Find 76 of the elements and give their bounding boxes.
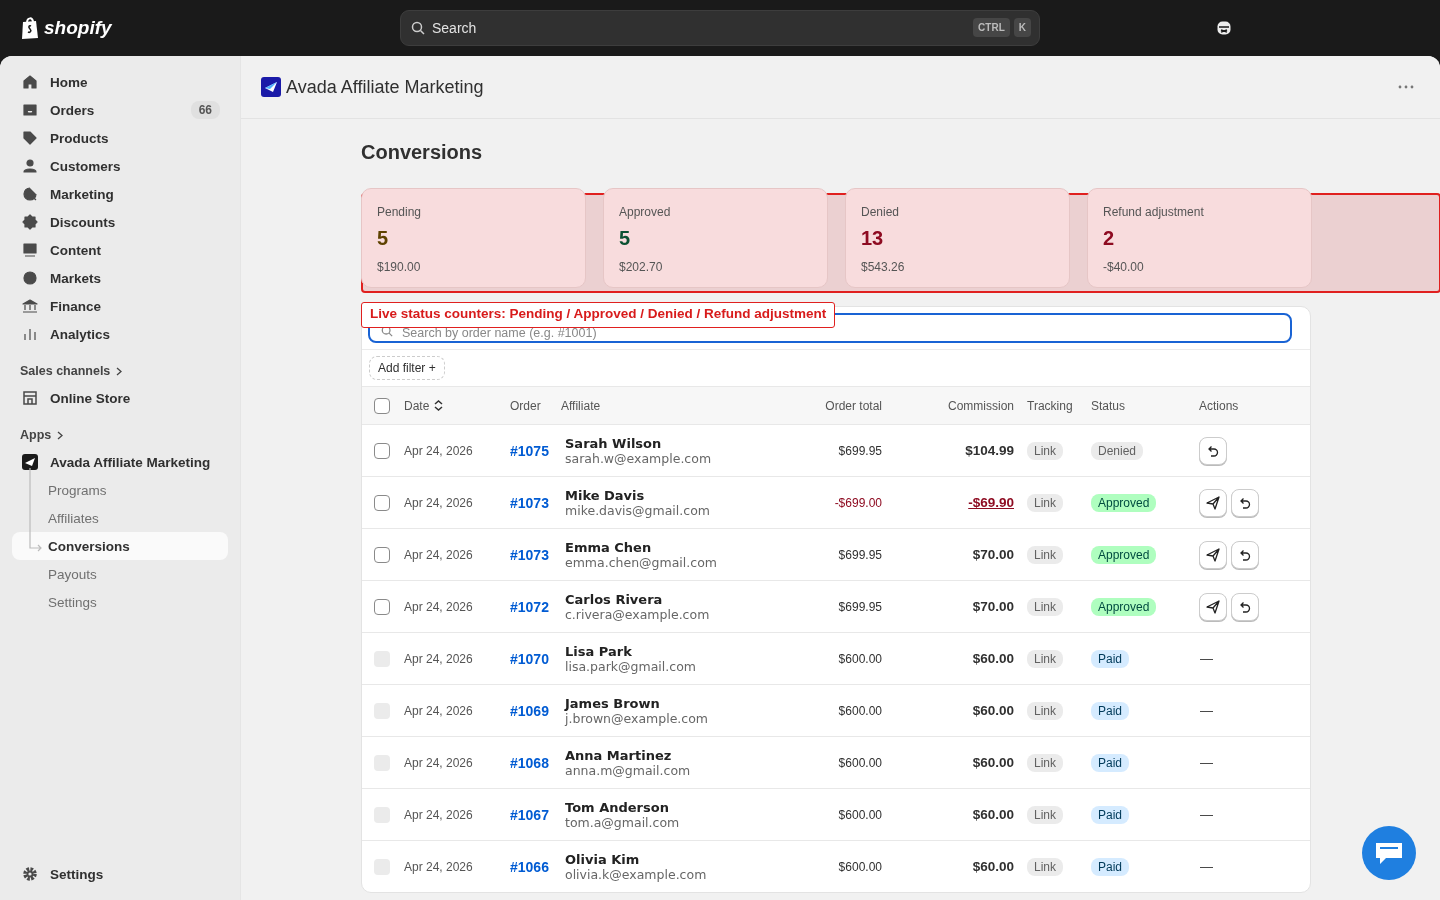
stat-amount: $190.00	[377, 260, 421, 274]
date-cell-text: Apr 24, 2026	[404, 547, 474, 562]
stat-label: Denied	[861, 205, 900, 219]
date-cell-text: Apr 24, 2026	[404, 807, 474, 822]
empty-value: —	[1199, 807, 1213, 822]
stat-label: Refund adjustment	[1103, 205, 1204, 219]
empty-value: —	[1199, 703, 1213, 718]
affiliate-email: emma.chen@gmail.com	[565, 554, 718, 570]
date-cell-text: Apr 24, 2026	[404, 703, 474, 718]
status-badge: Approved	[1091, 493, 1157, 512]
status-badge: Paid	[1091, 805, 1130, 824]
affiliate-name: Carlos Rivera	[565, 591, 664, 607]
status-badge: Paid	[1091, 753, 1130, 772]
commission-amount: $70.00	[972, 547, 1014, 562]
affiliate-name: Emma Chen	[565, 539, 653, 555]
affiliate-name: Sarah Wilson	[565, 435, 663, 451]
order-total: $600.00	[837, 651, 882, 666]
affiliate-name: Mike Davis	[565, 487, 646, 503]
date-cell-text: Apr 24, 2026	[404, 755, 474, 770]
status-badge: Paid	[1091, 857, 1130, 876]
commission-amount: $60.00	[972, 859, 1014, 874]
app-title: Avada Affiliate Marketing	[286, 76, 485, 98]
stat-count: 5	[377, 227, 389, 250]
stat-label: Pending	[377, 205, 422, 219]
empty-value: —	[1199, 755, 1213, 770]
stat-count: 2	[1103, 227, 1115, 250]
stat-count: 13	[861, 227, 884, 250]
status-badge: Denied	[1091, 441, 1144, 460]
annotation-tooltip: Live status counters: Pending / Approved / Denied / Refund adjustment	[361, 302, 836, 328]
keyboard-key: CTRL	[973, 18, 1010, 37]
status-badge: Paid	[1091, 701, 1130, 720]
stat-amount: -$40.00	[1103, 260, 1144, 274]
date-cell-text: Apr 24, 2026	[404, 651, 474, 666]
stat-amount: $202.70	[619, 260, 663, 274]
affiliate-name: Olivia Kim	[565, 851, 641, 867]
status-badge: Approved	[1091, 597, 1157, 616]
order-total: $600.00	[837, 703, 882, 718]
commission-amount: -$69.90	[968, 495, 1014, 510]
affiliate-email: c.rivera@example.com	[565, 606, 711, 622]
order-total: $600.00	[837, 755, 882, 770]
date-cell-text: Apr 24, 2026	[404, 599, 474, 614]
affiliate-name: Anna Martinez	[565, 747, 673, 763]
order-total: $600.00	[837, 859, 882, 874]
stat-amount: $543.26	[861, 260, 905, 274]
order-total: -$699.00	[833, 495, 882, 510]
empty-value: —	[1199, 859, 1213, 874]
affiliate-email: olivia.k@example.com	[565, 866, 708, 882]
affiliate-email: mike.davis@gmail.com	[565, 502, 711, 518]
affiliate-name: James Brown	[565, 695, 661, 711]
status-badge: Paid	[1091, 649, 1130, 668]
empty-value: —	[1199, 651, 1213, 666]
commission-amount: $104.99	[965, 443, 1014, 458]
date-cell-text: Apr 24, 2026	[404, 859, 474, 874]
commission-amount: $60.00	[972, 807, 1014, 822]
page-title: Conversions	[361, 141, 484, 164]
date-cell-text: Apr 24, 2026	[404, 495, 474, 510]
affiliate-email: sarah.w@example.com	[565, 450, 713, 466]
commission-amount: $70.00	[972, 599, 1014, 614]
order-total: $699.95	[837, 599, 882, 614]
affiliate-name: Lisa Park	[565, 643, 633, 659]
affiliate-email: tom.a@gmail.com	[565, 814, 681, 830]
affiliate-email: j.brown@example.com	[565, 710, 709, 726]
affiliate-email: anna.m@gmail.com	[565, 762, 692, 778]
commission-amount: $60.00	[972, 651, 1014, 666]
count-badge: 66	[190, 101, 220, 119]
order-total: $600.00	[837, 807, 882, 822]
status-badge: Approved	[1091, 545, 1157, 564]
commission-amount: $60.00	[972, 703, 1014, 718]
stat-label: Approved	[619, 205, 671, 219]
order-total: $699.95	[837, 547, 882, 562]
order-total: $699.95	[837, 443, 882, 458]
commission-amount: $60.00	[972, 755, 1014, 770]
affiliate-name: Tom Anderson	[565, 799, 670, 815]
stat-count: 5	[619, 227, 631, 250]
affiliate-email: lisa.park@gmail.com	[565, 658, 697, 674]
date-cell-text: Apr 24, 2026	[404, 443, 474, 458]
